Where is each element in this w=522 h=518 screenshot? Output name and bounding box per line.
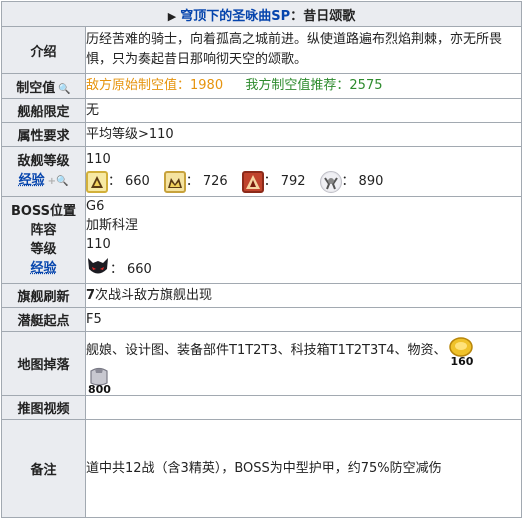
plus-search-icon[interactable]: +🔍 [48,176,69,187]
ally-air-value: 2575 [349,78,382,93]
enemy-level-values: 110 ： 660 ： 726 ： 792 ： 890 [86,147,522,197]
exp-large: 792 [281,172,306,192]
air-label: 制空值 [16,81,55,96]
exp-boss: 890 [359,172,384,192]
notes-text: 道中共12战（含3精英），BOSS为中型护甲，约75%防空减伤 [86,420,522,518]
notes-row: 备注 道中共12战（含3精英），BOSS为中型护甲，约75%防空减伤 [2,420,522,518]
enemy-level-value: 110 [86,150,521,170]
title-separator: ： [290,9,303,24]
stage-info-table: ▶ 穹顶下的圣咏曲SP：昔日颂歌 介绍 历经苦难的骑士，向着孤高之城前进。纵使道路… [1,1,522,518]
attr-label: 属性要求 [2,123,86,147]
attr-value: 平均等级>110 [86,123,522,147]
enemy-level-label-cell: 敌舰等级 经验 +🔍 [2,147,86,197]
coin-icon: 160 [448,337,476,365]
exp-sep: ： [342,172,355,192]
boss-level-label: 等级 [30,240,56,259]
exp-sep: ： [108,172,121,192]
enemy-level-label: 敌舰等级 [17,152,69,171]
boss-face-icon [86,255,110,283]
ship-limit-value: 无 [86,99,522,123]
sub-start-value: F5 [86,308,522,332]
video-value [86,396,522,420]
sub-start-label: 潜艇起点 [2,308,86,332]
flag-refresh-count: 7 [86,288,95,303]
drops-values: 舰娘、设计图、装备部件T1T2T3、科技箱T1T2T3T4、物资、 160 80… [86,332,522,396]
intro-text: 历经苦难的骑士，向着孤高之城前进。纵使道路遍布烈焰荆棘，亦无所畏惧，只为奏起昔日… [86,27,522,74]
small-fleet-icon [86,171,108,193]
boss-ship-icon [320,171,342,193]
flag-refresh-row: 旗舰刷新 7次战斗敌方旗舰出现 [2,284,522,308]
exp-medium: 726 [203,172,228,192]
intro-row: 介绍 历经苦难的骑士，向着孤高之城前进。纵使道路遍布烈焰荆棘，亦无所畏惧，只为奏… [2,27,522,74]
boss-level-value: 110 [86,235,521,254]
attr-row: 属性要求 平均等级>110 [2,123,522,147]
flag-refresh-label: 旗舰刷新 [2,284,86,308]
oil-icon: 800 [86,365,116,391]
event-title-link[interactable]: 穹顶下的圣咏曲SP [180,9,290,24]
ship-limit-label: 舰船限定 [2,99,86,123]
medium-fleet-icon [164,171,186,193]
boss-exp-label[interactable]: 经验 [30,259,56,278]
stage-title: ▶ 穹顶下的圣咏曲SP：昔日颂歌 [2,2,522,27]
stage-name: 昔日颂歌 [303,9,355,24]
oil-amount: 800 [88,379,111,401]
exp-sep: ： [110,260,123,279]
drops-label: 地图掉落 [2,332,86,396]
boss-values: G6 加斯科涅 110 ： 660 [86,197,522,284]
exp-sep: ： [264,172,277,192]
sub-start-row: 潜艇起点 F5 [2,308,522,332]
boss-exp-value: 660 [127,260,152,279]
flag-refresh-text: 次战斗敌方旗舰出现 [95,288,212,303]
coin-amount: 160 [450,351,473,373]
enemy-exp-row: ： 660 ： 726 ： 792 ： 890 [86,171,521,193]
exp-small: 660 [125,172,150,192]
boss-exp-row: ： 660 [86,255,521,283]
ship-limit-row: 舰船限定 无 [2,99,522,123]
intro-label: 介绍 [2,27,86,74]
drops-row: 地图掉落 舰娘、设计图、装备部件T1T2T3、科技箱T1T2T3T4、物资、 1… [2,332,522,396]
title-row: ▶ 穹顶下的圣咏曲SP：昔日颂歌 [2,2,522,27]
drops-text: 舰娘、设计图、装备部件T1T2T3、科技箱T1T2T3T4、物资、 [86,340,446,362]
flag-refresh-value: 7次战斗敌方旗舰出现 [86,284,522,308]
enemy-air-value: 1980 [190,78,223,93]
boss-fleet-value: 加斯科涅 [86,216,521,235]
boss-position-label: BOSS位置 [11,202,76,221]
video-row: 推图视频 [2,396,522,420]
enemy-air-label: 敌方原始制空值： [86,78,190,93]
large-fleet-icon [242,171,264,193]
boss-row: BOSS位置 阵容 等级 经验 G6 加斯科涅 110 ： 660 [2,197,522,284]
boss-label-cell: BOSS位置 阵容 等级 经验 [2,197,86,284]
air-label-cell: 制空值 🔍 [2,74,86,99]
video-label: 推图视频 [2,396,86,420]
enemy-level-row: 敌舰等级 经验 +🔍 110 ： 660 ： 726 ： 792 ： 890 [2,147,522,197]
air-row: 制空值 🔍 敌方原始制空值：1980 我方制空值推荐：2575 [2,74,522,99]
expand-arrow-icon[interactable]: ▶ [168,10,176,23]
boss-position-value: G6 [86,197,521,216]
exp-sep: ： [186,172,199,192]
search-icon[interactable]: 🔍 [58,84,70,95]
notes-label: 备注 [2,420,86,518]
boss-fleet-label: 阵容 [30,221,56,240]
air-values: 敌方原始制空值：1980 我方制空值推荐：2575 [86,74,522,99]
exp-label-link[interactable]: 经验 [19,173,45,188]
ally-air-label: 我方制空值推荐： [245,78,349,93]
